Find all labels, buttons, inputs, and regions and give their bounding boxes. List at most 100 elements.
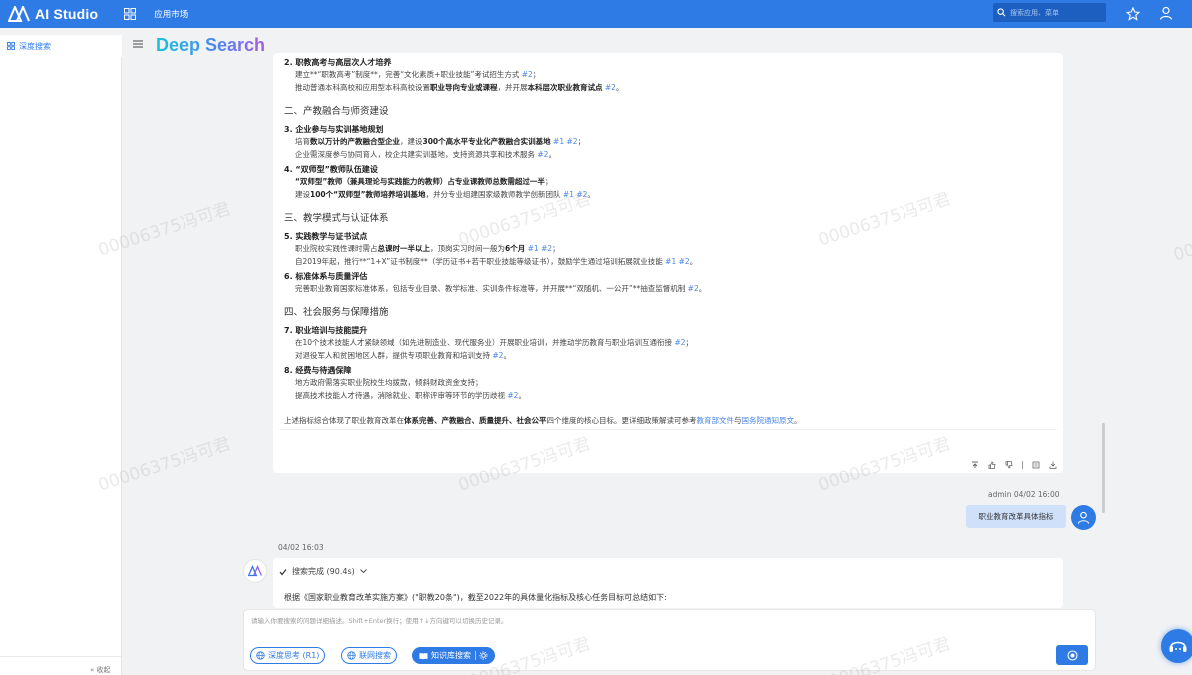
list-item-line: 在10个技术技能人才紧缺领域（如先进制造业、现代服务业）开展职业培训，并推动学历…: [284, 336, 1054, 349]
bot-reply-card: 搜索完成 (90.4s) 根据《国家职业教育改革实施方案》("职教20条")，截…: [273, 558, 1063, 608]
text-segment: 地方政府需落实职业院校生均拨款，倾斜财政资金支持；: [295, 378, 483, 387]
citation-link[interactable]: #2: [492, 351, 503, 360]
kb-search-label: 知识库搜索: [431, 651, 471, 660]
send-button[interactable]: [1056, 645, 1088, 665]
list-item-line: 职业院校实践性课时需占总课时一半以上，顶岗实习时间一般为6个月 #1 #2；: [284, 242, 1054, 255]
citation-link[interactable]: #2: [674, 338, 685, 347]
globe-icon: [256, 651, 265, 660]
list-item-line: 地方政府需落实职业院校生均拨款，倾斜财政资金支持；: [284, 376, 1054, 389]
text-segment: 建设: [295, 190, 310, 199]
query-input[interactable]: [251, 617, 1051, 625]
text-segment: 。: [587, 190, 595, 199]
citation-link[interactable]: #2: [541, 244, 552, 253]
sidebar-collapse-button[interactable]: « 收起: [90, 665, 111, 675]
text-segment: 培育: [295, 137, 310, 146]
search-status-text: 搜索完成 (90.4s): [292, 567, 355, 576]
citation-link[interactable]: #1: [528, 244, 539, 253]
text-segment: 。: [689, 257, 698, 266]
bold-text: 总课时一半以上: [377, 244, 431, 253]
brand-name: AI Studio: [35, 6, 99, 22]
gear-icon: [479, 651, 488, 660]
citation-link[interactable]: #2: [679, 257, 690, 266]
thumbs-down-icon[interactable]: [1005, 461, 1013, 469]
global-search-placeholder: 搜索应用、菜单: [1010, 8, 1059, 17]
user-icon[interactable]: [1159, 6, 1173, 20]
chat-scrollbar[interactable]: [1102, 423, 1105, 513]
bold-text: 300个高水平专业化产教融合实训基地: [422, 137, 551, 146]
citation-link[interactable]: #1: [665, 257, 676, 266]
brand-logo[interactable]: AI Studio: [8, 6, 98, 22]
section-heading: 三、教学模式与认证体系: [284, 213, 389, 224]
pin-top-icon[interactable]: [971, 461, 979, 469]
citation-link[interactable]: #2: [537, 150, 548, 159]
bold-text: 100个“双师型”教师培养培训基地: [310, 190, 426, 199]
reference-link[interactable]: 国务院通知原文: [742, 416, 795, 425]
star-icon[interactable]: [1126, 7, 1140, 21]
download-icon[interactable]: [1049, 461, 1057, 469]
user-message-bubble: 职业教育改革具体指标: [966, 505, 1066, 528]
citation-link[interactable]: #1: [553, 137, 564, 146]
deep-think-toggle[interactable]: 深度思考 (R1): [250, 647, 326, 664]
answer-content: 2. 职教高考与高层次人才培养 建立**“职教高考”制度**，完善“文化素质+职业…: [284, 57, 1054, 427]
list-item-title: 4. “双师型”教师队伍建设: [284, 165, 378, 174]
list-item-title: 3. 企业参与与实训基地规划: [284, 125, 384, 134]
logo-icon: [8, 6, 30, 22]
text-segment: 四个维度的核心目标。更详细政策解读可参考: [546, 416, 697, 425]
bold-text: 本科层次职业教育试点: [527, 83, 603, 92]
search-status-toggle[interactable]: 搜索完成 (90.4s): [279, 566, 372, 577]
text-segment: 推动普通本科高校和应用型本科高校设置: [295, 83, 430, 92]
watermark: 00006375冯可君: [1171, 204, 1192, 266]
bold-text: 数以万计的产教融合型企业: [310, 137, 400, 146]
ai-logo-icon: [248, 565, 262, 577]
deep-think-label: 深度思考 (R1): [268, 651, 320, 660]
kb-settings-button[interactable]: [475, 651, 491, 660]
list-item-line: 推动普通本科高校和应用型本科高校设置职业导向专业或课程，并开展本科层次职业教育试…: [284, 81, 1054, 94]
citation-link[interactable]: #2: [522, 70, 533, 79]
section-heading: 二、产教融合与师资建设: [284, 106, 389, 117]
sidebar-item-label: 深度搜索: [19, 41, 51, 51]
list-item-line: 提高技术技能人才待遇，消除就业、职称评审等环节的学历歧视 #2。: [284, 389, 1054, 402]
text-segment: 提高技术技能人才待遇，消除就业、职称评审等环节的学历歧视: [295, 391, 508, 400]
reference-link[interactable]: 教育部文件: [697, 416, 735, 425]
web-search-label: 联网搜索: [359, 651, 391, 660]
citation-link[interactable]: #2: [605, 83, 616, 92]
text-segment: 。: [698, 284, 707, 293]
top-bar: AI Studio 应用市场 搜索应用、菜单: [0, 0, 1192, 28]
text-segment: 。: [615, 83, 624, 92]
check-icon: [279, 568, 287, 575]
text-segment: 在10个技术技能人才紧缺领域（如先进制造业、现代服务业）开展职业培训，并推动学历…: [295, 338, 675, 347]
text-segment: 。: [518, 391, 526, 400]
list-item-line: 建设100个“双师型”教师培养培训基地，并分专业组建国家级教师教学创新团队 #1…: [284, 188, 1054, 201]
thumbs-up-icon[interactable]: [988, 461, 996, 469]
bold-text: 体系完善、产教融合、质量提升、社会公平: [404, 416, 547, 425]
sidebar-item-deep-search[interactable]: 深度搜索: [0, 35, 122, 57]
sidebar-divider: [0, 656, 122, 657]
chevron-down-icon: [359, 569, 367, 574]
globe-icon: [347, 651, 356, 660]
apps-grid-icon[interactable]: [124, 8, 137, 20]
user-avatar: [1071, 505, 1096, 530]
text-segment: ，顶岗实习时间一般为: [430, 244, 505, 253]
citation-link[interactable]: #1: [563, 190, 574, 199]
collapse-label: 收起: [96, 666, 111, 674]
citation-link[interactable]: #2: [567, 137, 578, 146]
app-market-link[interactable]: 应用市场: [154, 8, 188, 20]
section-heading: 四、社会服务与保障措施: [284, 307, 389, 318]
global-search[interactable]: 搜索应用、菜单: [993, 3, 1106, 22]
text-segment: 完善职业教育国家标准体系，包括专业目录、教学标准、实训条件标准等，并开展**“双…: [295, 284, 688, 293]
answer-summary: 上述指标综合体现了职业教育改革在体系完善、产教融合、质量提升、社会公平四个维度的…: [284, 415, 1054, 427]
citation-link[interactable]: #2: [576, 190, 587, 199]
citation-link[interactable]: #2: [688, 284, 699, 293]
assistant-float-button[interactable]: [1161, 629, 1192, 663]
web-search-toggle[interactable]: 联网搜索: [341, 647, 397, 664]
menu-icon[interactable]: [133, 40, 143, 48]
query-input-box: 深度思考 (R1) 联网搜索 知识库搜索: [243, 609, 1096, 671]
answer-actions: [971, 461, 1057, 469]
copy-icon[interactable]: [1032, 461, 1040, 469]
text-segment: 自2019年起，推行**“1+X”证书制度**（学历证书+若干职业技能等级证书）…: [295, 257, 666, 266]
list-item-line: 对退役军人和贫困地区人群，提供专项职业教育和培训支持 #2。: [284, 349, 1054, 362]
kb-search-toggle[interactable]: 知识库搜索: [412, 647, 495, 664]
citation-link[interactable]: #2: [507, 391, 518, 400]
text-segment: ，并分专业组建国家级教师教学创新团队: [425, 190, 563, 199]
assistant-icon: [1169, 641, 1187, 652]
